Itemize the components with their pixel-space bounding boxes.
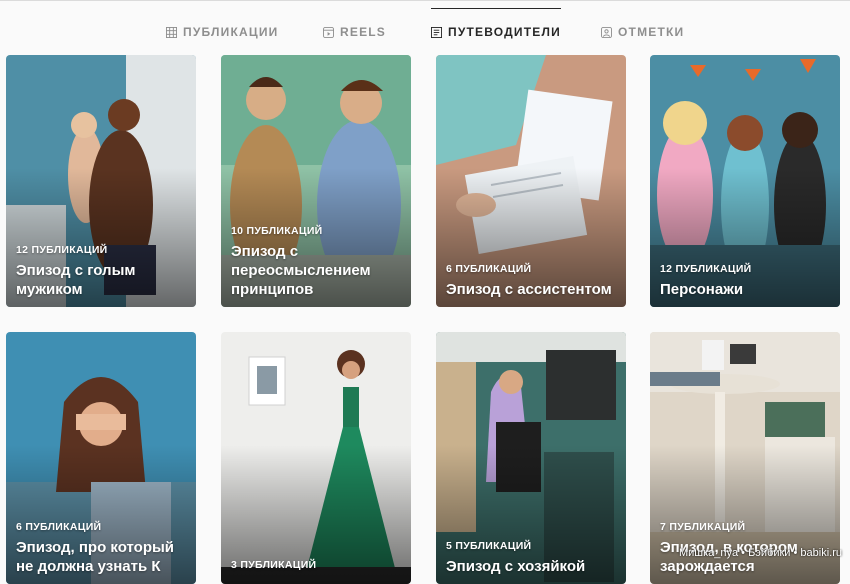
guide-card[interactable]: 6 ПУБЛИКАЦИЙ Эпизод, про который не долж…: [6, 332, 196, 584]
guide-card[interactable]: 12 ПУБЛИКАЦИЙ Эпизод с голым мужиком: [6, 55, 196, 307]
guide-icon: [431, 26, 442, 38]
guide-title: Персонажи: [660, 281, 744, 298]
guide-title: Эпизод с хозяйкой: [446, 558, 586, 575]
guide-title: Эпизод с переосмыслением принципов: [231, 243, 371, 298]
guide-card[interactable]: 6 ПУБЛИКАЦИЙ Эпизод с ассистентом: [436, 55, 626, 307]
tab-reels[interactable]: REELS: [323, 23, 386, 41]
guide-title: Эпизод с ассистентом: [446, 281, 612, 298]
tab-label: ПУТЕВОДИТЕЛИ: [448, 25, 561, 39]
guide-meta: 6 ПУБЛИКАЦИЙ Эпизод, про который не долж…: [16, 521, 186, 576]
guide-card[interactable]: 5 ПУБЛИКАЦИЙ Эпизод с хозяйкой: [436, 332, 626, 584]
guide-meta: 3 ПУБЛИКАЦИЙ: [231, 559, 401, 576]
guide-meta: 6 ПУБЛИКАЦИЙ Эпизод с ассистентом: [446, 263, 616, 299]
guide-card[interactable]: 3 ПУБЛИКАЦИЙ: [221, 332, 411, 584]
guide-meta: 12 ПУБЛИКАЦИЙ Персонажи: [660, 263, 830, 299]
grid-icon: [166, 26, 177, 38]
guide-card[interactable]: 10 ПУБЛИКАЦИЙ Эпизод с переосмыслением п…: [221, 55, 411, 307]
guide-meta: 5 ПУБЛИКАЦИЙ Эпизод с хозяйкой: [446, 540, 616, 576]
tagged-icon: [601, 26, 612, 38]
tab-label: ПУБЛИКАЦИИ: [183, 25, 279, 39]
guide-title: Эпизод с голым мужиком: [16, 262, 136, 298]
guide-card[interactable]: 12 ПУБЛИКАЦИЙ Персонажи: [650, 55, 840, 307]
guide-count: 10 ПУБЛИКАЦИЙ: [231, 225, 323, 237]
guide-count: 12 ПУБЛИКАЦИЙ: [660, 263, 752, 275]
reels-icon: [323, 26, 334, 38]
guide-count: 7 ПУБЛИКАЦИЙ: [660, 521, 746, 533]
tab-tagged[interactable]: ОТМЕТКИ: [601, 23, 684, 41]
guide-count: 6 ПУБЛИКАЦИЙ: [446, 263, 532, 275]
guide-meta: 10 ПУБЛИКАЦИЙ Эпизод с переосмыслением п…: [231, 225, 401, 299]
guide-count: 12 ПУБЛИКАЦИЙ: [16, 244, 108, 256]
guide-count: 6 ПУБЛИКАЦИЙ: [16, 521, 102, 533]
tab-label: REELS: [340, 25, 387, 39]
watermark: Мишка_nya • Бэйбики • babiki.ru: [678, 547, 842, 559]
guide-count: 5 ПУБЛИКАЦИЙ: [446, 540, 532, 552]
profile-tabs: ПУБЛИКАЦИИ REELS ПУТЕВОДИТЕЛИ ОТМЕТКИ: [0, 0, 850, 49]
guide-title: Эпизод, про который не должна узнать К: [16, 539, 175, 575]
guide-count: 3 ПУБЛИКАЦИЙ: [231, 559, 317, 571]
active-tab-indicator: [431, 8, 561, 9]
tab-guides[interactable]: ПУТЕВОДИТЕЛИ: [431, 8, 561, 41]
tab-publications[interactable]: ПУБЛИКАЦИИ: [166, 23, 278, 41]
tab-label: ОТМЕТКИ: [618, 25, 685, 39]
guide-meta: 12 ПУБЛИКАЦИЙ Эпизод с голым мужиком: [16, 244, 186, 299]
